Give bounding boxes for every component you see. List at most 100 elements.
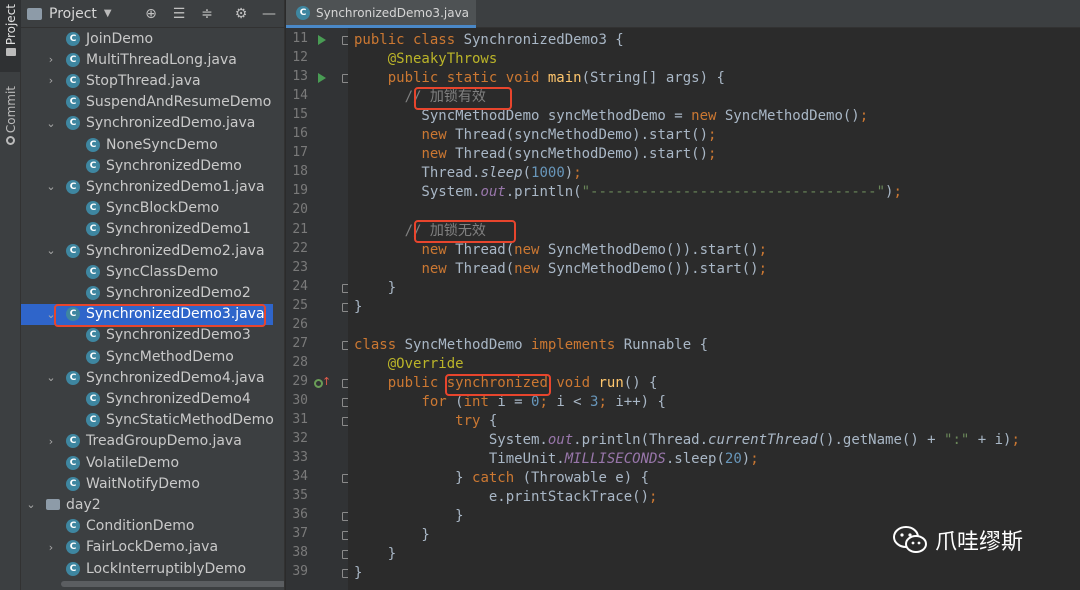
java-class-icon: C [66, 31, 80, 46]
code-line: } [354, 279, 397, 296]
tree-item[interactable]: ⌄ C SynchronizedDemo2.java [21, 240, 273, 261]
tree-item-label: SynchronizedDemo1.java [86, 178, 265, 195]
tree-item-label: day2 [66, 496, 101, 513]
code-line: System.out.println(Thread.currentThread(… [354, 432, 1020, 449]
run-icon[interactable] [318, 35, 326, 45]
tree-item-label: SuspendAndResumeDemo [86, 94, 272, 111]
tree-horizontal-scrollbar[interactable] [61, 581, 284, 587]
project-panel-title[interactable]: Project [49, 6, 97, 22]
tree-item[interactable]: C SynchronizedDemo4 [21, 388, 273, 409]
tree-item[interactable]: C SuspendAndResumeDemo [21, 92, 273, 113]
collapse-all-icon[interactable]: ≑ [199, 6, 215, 22]
tree-item[interactable]: C JoinDemo [21, 28, 273, 49]
tree-item-label: SyncStaticMethodDemo [106, 412, 274, 429]
chevron-down-icon[interactable]: ⌄ [46, 180, 56, 193]
java-class-icon: C [86, 328, 100, 343]
java-class-icon: C [66, 434, 80, 449]
java-class-icon: C [66, 243, 80, 258]
code-editor[interactable]: public class SynchronizedDemo3 { @Sneaky… [348, 28, 1080, 590]
expand-all-icon[interactable]: ☰ [171, 6, 187, 22]
java-class-icon: C [86, 285, 100, 300]
tree-item[interactable]: C LockInterruptiblyDemo [21, 558, 273, 579]
java-class-icon: C [86, 413, 100, 428]
editor-tab-label: SynchronizedDemo3.java [316, 5, 470, 20]
tree-item[interactable]: C SynchronizedDemo1 [21, 219, 273, 240]
code-line: } [354, 565, 363, 582]
tree-item-label: TreadGroupDemo.java [86, 433, 242, 450]
tree-item[interactable]: C SynchronizedDemo [21, 155, 273, 176]
chevron-right-icon[interactable]: › [46, 541, 56, 554]
watermark-text: 爪哇缪斯 [935, 530, 1024, 555]
java-class-icon: C [66, 95, 80, 110]
line-number: 19 [292, 183, 308, 199]
chevron-right-icon[interactable]: › [46, 74, 56, 87]
code-line: new Thread(new SyncMethodDemo()).start()… [421, 260, 768, 277]
run-icon[interactable] [318, 73, 326, 84]
java-class-icon: C [66, 561, 80, 576]
chevron-down-icon[interactable]: ⌄ [46, 117, 56, 130]
java-class-icon: C [86, 349, 100, 364]
line-number: 14 [292, 88, 308, 104]
line-number: 38 [292, 545, 308, 561]
tree-item[interactable]: C NoneSyncDemo [21, 134, 273, 155]
line-number: 29 [292, 373, 308, 389]
tree-item[interactable]: C SyncBlockDemo [21, 198, 273, 219]
chevron-right-icon[interactable]: › [46, 435, 56, 448]
line-number: 30 [292, 392, 308, 408]
code-line: TimeUnit.MILLISECONDS.sleep(20); [354, 451, 759, 468]
tree-item-label: SynchronizedDemo2 [106, 284, 251, 301]
java-class-icon: C [66, 370, 80, 385]
tree-item-label: WaitNotifyDemo [86, 475, 200, 492]
tree-item[interactable]: C SynchronizedDemo3 [21, 325, 273, 346]
line-number: 16 [292, 126, 308, 142]
line-number: 37 [292, 526, 308, 542]
tree-item[interactable]: C SyncMethodDemo [21, 346, 273, 367]
code-line: @SneakyThrows [387, 51, 498, 68]
chevron-right-icon[interactable]: › [46, 53, 56, 66]
chevron-down-icon[interactable]: ⌄ [46, 371, 56, 384]
line-number: 32 [292, 431, 308, 447]
tree-item[interactable]: C SyncClassDemo [21, 261, 273, 282]
project-tool-tab[interactable]: Project [0, 0, 21, 72]
watermark: 爪哇缪斯 [893, 524, 1023, 556]
code-line: System.out.println("--------------------… [354, 184, 902, 201]
tree-item[interactable]: C SynchronizedDemo2 [21, 282, 273, 303]
line-number: 33 [292, 450, 308, 466]
code-line: new Thread(new SyncMethodDemo()).start()… [421, 241, 768, 258]
tree-item[interactable]: C ConditionDemo [21, 516, 273, 537]
tree-item[interactable]: › C StopThread.java [21, 70, 273, 91]
project-panel: Project ▼ ⊕ ☰ ≑ ⚙ — C JoinDemo › C MultiThre… [21, 0, 285, 590]
tree-item[interactable]: › C MultiThreadLong.java [21, 49, 273, 70]
java-class-icon: C [66, 540, 80, 555]
code-line: public class SynchronizedDemo3 { [354, 32, 624, 48]
locate-icon[interactable]: ⊕ [143, 6, 159, 22]
tree-item-label: LockInterruptiblyDemo [86, 560, 247, 577]
java-class-icon: C [66, 519, 80, 534]
gear-icon[interactable]: ⚙ [233, 6, 249, 22]
code-line: @Override [387, 355, 464, 372]
commit-tool-tab[interactable]: Commit [0, 86, 21, 146]
tree-item[interactable]: ⌄ day2 [21, 494, 273, 515]
line-number: 35 [292, 488, 308, 504]
tree-item[interactable]: C WaitNotifyDemo [21, 473, 273, 494]
tree-item[interactable]: ⌄ C SynchronizedDemo4.java [21, 367, 273, 388]
tree-item-label: NoneSyncDemo [106, 136, 218, 153]
java-class-icon: C [66, 73, 80, 88]
tree-item-label: JoinDemo [86, 30, 154, 47]
tree-item[interactable]: › C TreadGroupDemo.java [21, 431, 273, 452]
chevron-down-icon[interactable]: ⌄ [26, 498, 36, 511]
line-number: 39 [292, 564, 308, 580]
tree-item[interactable]: › C FairLockDemo.java [21, 537, 273, 558]
editor-tab-synchronizeddemo3[interactable]: C SynchronizedDemo3.java [286, 0, 476, 28]
java-class-icon: C [296, 5, 310, 20]
tree-item-label: SynchronizedDemo3 [106, 327, 251, 344]
chevron-down-icon[interactable]: ⌄ [46, 244, 56, 257]
tree-item[interactable]: C VolatileDemo [21, 452, 273, 473]
tree-item[interactable]: C SyncStaticMethodDemo [21, 410, 274, 431]
chevron-down-icon[interactable]: ▼ [104, 8, 112, 19]
tree-item[interactable]: ⌄ C SynchronizedDemo.java [21, 113, 273, 134]
tree-item[interactable]: ⌄ C SynchronizedDemo1.java [21, 176, 273, 197]
hide-panel-icon[interactable]: — [261, 6, 277, 22]
tree-item-label: SynchronizedDemo.java [86, 115, 256, 132]
java-class-icon: C [86, 137, 100, 152]
